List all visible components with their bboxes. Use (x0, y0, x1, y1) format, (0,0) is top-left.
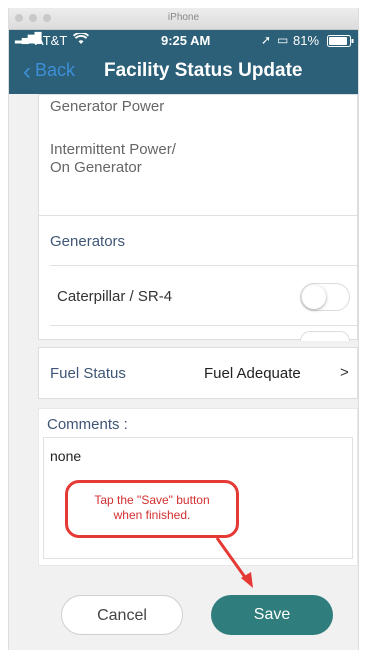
generator-toggle-partial[interactable] (300, 331, 350, 341)
divider (50, 265, 357, 266)
power-option-intermittent-line1[interactable]: Intermittent Power/ (50, 141, 176, 158)
clock-label: 9:25 AM (161, 33, 211, 48)
wifi-icon (72, 31, 90, 48)
divider (39, 215, 357, 216)
comments-text: none (50, 448, 82, 464)
divider (50, 325, 357, 326)
screen-mirroring-icon: ▭ (277, 33, 289, 47)
save-button[interactable]: Save (211, 595, 333, 635)
battery-percent-label: 81% (293, 33, 320, 48)
generator-toggle[interactable] (300, 283, 350, 311)
chevron-left-icon: ‹ (23, 58, 31, 85)
navigation-bar: ‹ Back Facility Status Update (9, 50, 358, 94)
carrier-label: AT&T (35, 33, 68, 48)
fuel-status-row[interactable]: Fuel Status Fuel Adequate > (38, 347, 358, 399)
location-icon: ➚ (261, 33, 272, 47)
power-option-generator[interactable]: Generator Power (50, 98, 164, 115)
chevron-right-icon: > (340, 364, 349, 381)
battery-icon (327, 35, 355, 50)
toggle-knob (302, 285, 326, 309)
fuel-status-value: Fuel Adequate (204, 365, 301, 382)
annotation-line2: when finished. (113, 508, 191, 522)
comments-label: Comments : (47, 416, 128, 433)
generators-header: Generators (50, 233, 126, 250)
simulator-title: iPhone (167, 12, 200, 23)
power-option-intermittent-line2[interactable]: On Generator (50, 159, 142, 176)
power-generator-card: Generator Power Intermittent Power/ On G… (38, 94, 358, 341)
generator-item-label: Caterpillar / SR-4 (57, 288, 173, 305)
simulator-titlebar: iPhone (9, 8, 358, 30)
annotation-line1: Tap the "Save" button (94, 493, 210, 507)
annotation-callout: Tap the "Save" button when finished. (65, 480, 239, 538)
page-title: Facility Status Update (104, 60, 303, 81)
cancel-button[interactable]: Cancel (61, 595, 183, 635)
fuel-status-label: Fuel Status (50, 365, 126, 382)
back-label: Back (35, 60, 76, 80)
simulator-frame: iPhone ▂▄▆█ AT&T 9:25 AM ➚ ▭ 81% ‹ Back F… (8, 8, 359, 650)
annotation-arrow-icon (215, 537, 253, 588)
ios-status-bar: ▂▄▆█ AT&T 9:25 AM ➚ ▭ 81% (9, 30, 358, 50)
back-button[interactable]: ‹ Back (23, 60, 76, 84)
